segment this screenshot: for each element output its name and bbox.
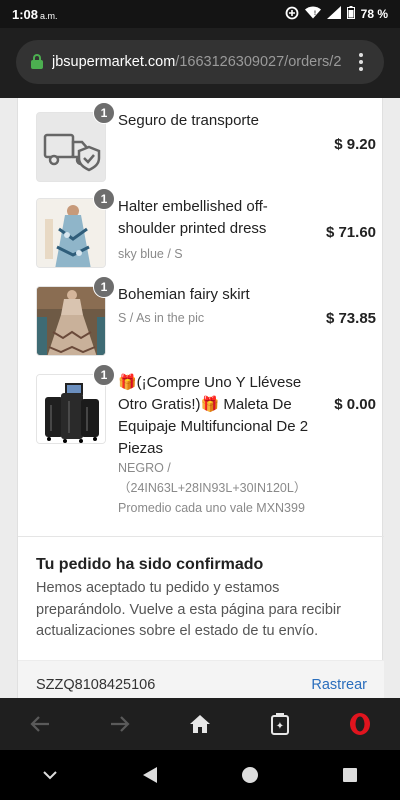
- quantity-badge: 1: [93, 276, 115, 298]
- item-name: Seguro de transporte: [118, 112, 259, 129]
- system-back-button[interactable]: [130, 755, 170, 795]
- page-content: 1 Seguro de transporte $ 9.20 1 Halter e…: [0, 98, 400, 698]
- quantity-badge: 1: [93, 188, 115, 210]
- back-button[interactable]: [20, 704, 60, 744]
- item-variant: sky blue / S: [118, 247, 183, 261]
- tabs-button[interactable]: ✦: [260, 704, 300, 744]
- chevron-down-icon: [43, 771, 57, 780]
- dress-photo[interactable]: [36, 198, 106, 268]
- signal-icon: [326, 6, 341, 22]
- arrow-left-icon: [30, 716, 49, 732]
- section-divider: [18, 536, 384, 537]
- truck-shield-icon: [36, 112, 106, 182]
- confirmation-title: Tu pedido ha sido confirmado: [36, 556, 264, 573]
- tracking-row: SZZQ8108425106 Rastrear: [18, 660, 384, 698]
- quantity-badge: 1: [93, 102, 115, 124]
- system-nav-bar: [0, 750, 400, 800]
- svg-text:!: !: [314, 11, 316, 17]
- browser-address-area: jbsupermarket.com/1663126309027/orders/2: [0, 28, 400, 98]
- skirt-photo[interactable]: [36, 286, 106, 356]
- quantity-badge: 1: [93, 364, 115, 386]
- clock: 1:08 a.m.: [12, 6, 58, 22]
- more-options-icon[interactable]: [352, 51, 370, 73]
- lock-icon: [30, 54, 44, 70]
- circle-home-icon: [242, 767, 258, 783]
- home-icon: [190, 715, 210, 733]
- browser-toolbar: ✦: [0, 698, 400, 750]
- track-link[interactable]: Rastrear: [311, 677, 367, 693]
- tabs-icon: ✦: [271, 713, 289, 735]
- battery-percent: 78 %: [360, 7, 388, 21]
- opera-menu-button[interactable]: [340, 704, 380, 744]
- item-price: $ 0.00: [334, 396, 376, 413]
- item-variant: NEGRO / （24IN63L+28IN93L+30IN120L）Promed…: [118, 461, 307, 515]
- wifi-icon: !: [304, 6, 321, 22]
- item-variant: S / As in the pic: [118, 311, 205, 325]
- svg-text:✦: ✦: [276, 721, 284, 732]
- collapse-button[interactable]: [30, 755, 70, 795]
- item-name[interactable]: Bohemian fairy skirt: [118, 284, 250, 306]
- item-price: $ 71.60: [325, 224, 376, 241]
- recents-button[interactable]: [330, 755, 370, 795]
- luggage-photo[interactable]: [36, 374, 106, 444]
- battery-icon: [346, 6, 355, 22]
- tracking-number: SZZQ8108425106: [36, 676, 156, 693]
- status-bar: 1:08 a.m. ! 78 %: [0, 0, 400, 28]
- forward-button[interactable]: [100, 704, 140, 744]
- item-name[interactable]: 🎁(¡Compre Uno Y Llévese Otro Gratis!)🎁 M…: [118, 372, 318, 460]
- address-bar[interactable]: jbsupermarket.com/1663126309027/orders/2: [16, 40, 384, 84]
- item-price: $ 73.85: [325, 310, 376, 327]
- triangle-back-icon: [143, 767, 157, 783]
- confirmation-text: Hemos aceptado tu pedido y estamos prepa…: [36, 580, 341, 639]
- order-card: 1 Seguro de transporte $ 9.20 1 Halter e…: [17, 98, 384, 698]
- url-text[interactable]: jbsupermarket.com/1663126309027/orders/2: [52, 54, 348, 70]
- arrow-right-icon: [111, 716, 130, 732]
- item-price: $ 9.20: [334, 136, 376, 153]
- data-saver-icon: [285, 6, 299, 23]
- system-home-button[interactable]: [230, 755, 270, 795]
- opera-logo-icon: [350, 713, 370, 735]
- square-recents-icon: [343, 768, 357, 782]
- home-button[interactable]: [180, 704, 220, 744]
- item-name[interactable]: Halter embellished off-shoulder printed …: [118, 196, 288, 240]
